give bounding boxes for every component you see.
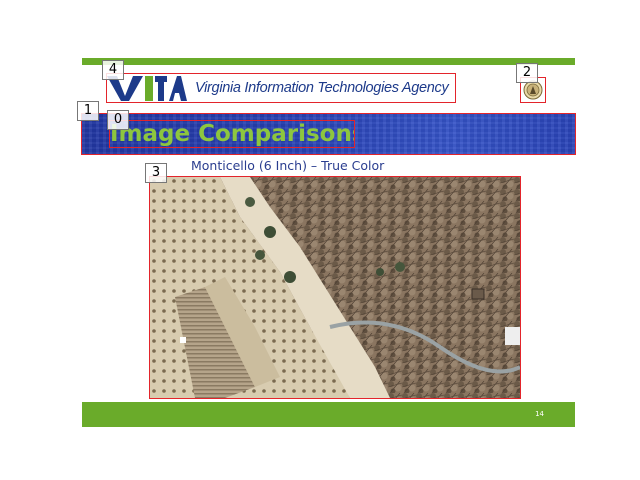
top-accent-bar: [82, 58, 575, 65]
image-caption: Monticello (6 Inch) – True Color: [191, 158, 385, 173]
aerial-photo-graphic: [150, 177, 520, 398]
marker-label: 0: [107, 110, 129, 130]
marker-label: 2: [516, 63, 538, 83]
aerial-photo-image[interactable]: [149, 176, 521, 399]
seal-graphic: [523, 80, 543, 100]
slide: Virginia Information Technologies Agency…: [81, 58, 576, 427]
marker-label: 1: [77, 101, 99, 121]
page-number: 14: [535, 410, 544, 418]
marker-label: 4: [102, 60, 124, 80]
agency-logo[interactable]: Virginia Information Technologies Agency: [106, 73, 456, 103]
marker-label: 3: [145, 163, 167, 183]
agency-name: Virginia Information Technologies Agency: [195, 80, 449, 96]
slide-title[interactable]: Image Comparisons: [109, 120, 355, 148]
title-banner[interactable]: Image Comparisons: [81, 113, 576, 155]
bottom-accent-bar: 14: [82, 402, 575, 427]
